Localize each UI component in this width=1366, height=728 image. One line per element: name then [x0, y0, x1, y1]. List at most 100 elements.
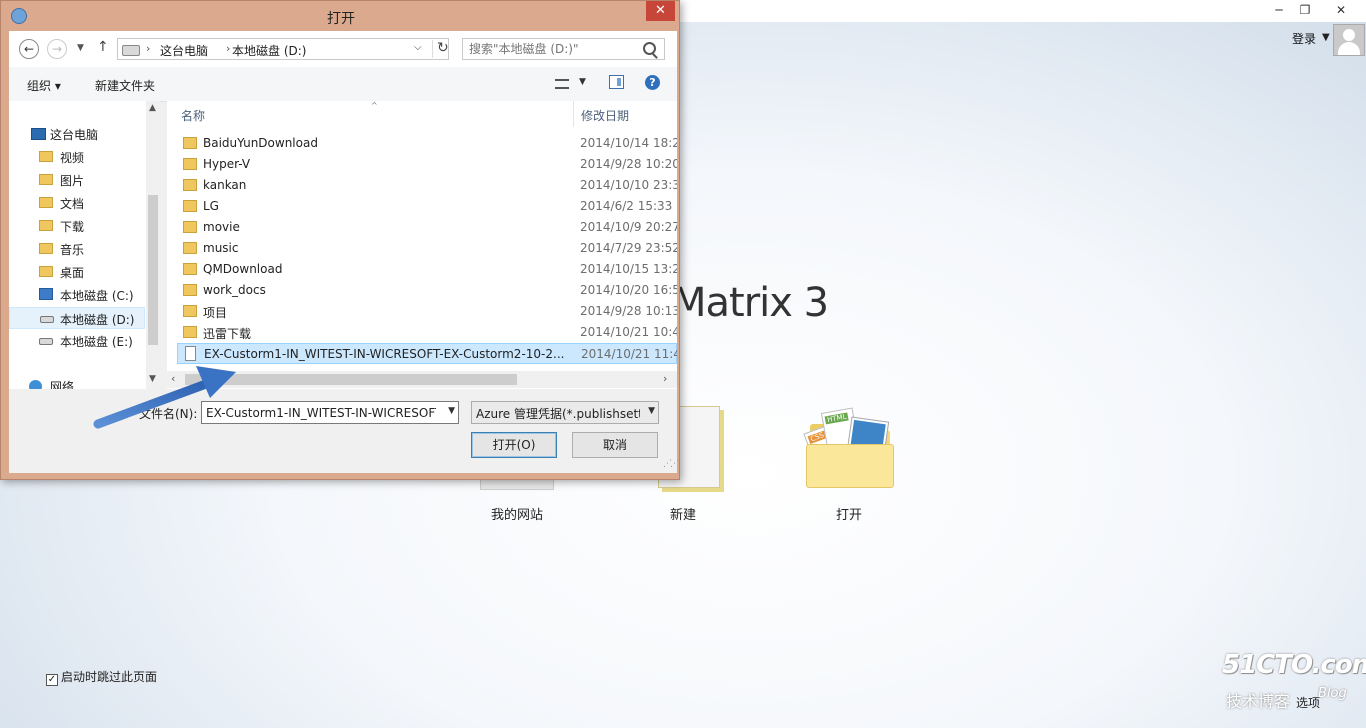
tree-item-desktop[interactable]: 桌面: [9, 261, 145, 283]
search-input[interactable]: [465, 40, 645, 58]
launcher-label: 打开: [835, 508, 862, 523]
chevron-right-icon[interactable]: ›: [226, 42, 230, 55]
launcher-label: 我的网站: [490, 508, 543, 523]
chevron-down-icon[interactable]: ▼: [1322, 32, 1330, 43]
tree-item-label: 本地磁盘 (C:): [60, 289, 134, 303]
chevron-right-icon[interactable]: ›: [146, 42, 150, 55]
file-date: 2014/10/10 23:34: [580, 178, 677, 192]
chevron-down-icon[interactable]: ▼: [648, 406, 655, 416]
file-row[interactable]: movie 2014/10/9 20:27: [177, 217, 677, 238]
file-name: BaiduYunDownload: [203, 136, 318, 150]
restore-icon[interactable]: ❐: [1290, 0, 1320, 20]
folder-icon: [183, 263, 197, 275]
refresh-icon[interactable]: ↻: [432, 40, 449, 58]
forward-button[interactable]: →: [47, 39, 67, 59]
tree-item-drive-c[interactable]: 本地磁盘 (C:): [9, 284, 145, 306]
column-header-name[interactable]: 名称: [181, 107, 205, 124]
open-button[interactable]: 打开(O): [471, 432, 557, 458]
tree-item-label: 本地磁盘 (E:): [60, 335, 133, 349]
file-date: 2014/10/21 10:44: [580, 325, 677, 339]
filename-combo[interactable]: ▼: [201, 401, 459, 424]
checkbox[interactable]: ✓: [46, 674, 58, 686]
skip-startup-label: 启动时跳过此页面: [61, 670, 158, 684]
scroll-down-icon[interactable]: ▼: [149, 374, 156, 384]
file-row[interactable]: work_docs 2014/10/20 16:58: [177, 280, 677, 301]
scroll-thumb[interactable]: [185, 374, 517, 385]
folder-icon: [183, 200, 197, 212]
file-list: 名称 ^ 修改日期 BaiduYunDownload 2014/10/14 18:…: [167, 101, 677, 389]
filetype-select[interactable]: Azure 管理凭据(*.publishsettings) ▼: [471, 401, 659, 424]
tree-item-pictures[interactable]: 图片: [9, 169, 145, 191]
sort-ascending-icon: ^: [371, 101, 378, 110]
search-icon[interactable]: [643, 42, 656, 55]
avatar[interactable]: [1333, 24, 1365, 56]
music-folder-icon: [39, 243, 53, 254]
scroll-right-icon[interactable]: ›: [663, 372, 667, 385]
resize-grip-icon[interactable]: ⋰⋰: [663, 459, 679, 469]
tree-item-this-pc[interactable]: 这台电脑: [9, 123, 145, 145]
watermark-blog: Blog: [1318, 686, 1347, 701]
search-box[interactable]: [462, 38, 665, 60]
up-arrow-icon[interactable]: ↑: [97, 39, 109, 55]
close-icon[interactable]: ✕: [1318, 0, 1364, 20]
column-divider[interactable]: [573, 101, 574, 127]
launcher-label: 新建: [669, 508, 696, 523]
file-row[interactable]: kankan 2014/10/10 23:34: [177, 175, 677, 196]
scroll-thumb[interactable]: [148, 195, 158, 345]
dialog-title-bar[interactable]: 打开 ✕: [1, 1, 681, 31]
file-name: 迅雷下载: [203, 327, 252, 341]
file-row[interactable]: BaiduYunDownload 2014/10/14 18:26: [177, 133, 677, 154]
view-options-icon[interactable]: [555, 79, 569, 89]
tree-item-label: 本地磁盘 (D:): [60, 313, 135, 327]
file-row[interactable]: Hyper-V 2014/9/28 10:20: [177, 154, 677, 175]
breadcrumb-this-pc[interactable]: 这台电脑: [160, 42, 208, 59]
filename-input[interactable]: [204, 403, 438, 422]
network-icon: [29, 380, 42, 389]
file-row[interactable]: LG 2014/6/2 15:33: [177, 196, 677, 217]
folder-icon: [183, 326, 197, 338]
recent-locations-icon[interactable]: ▼: [77, 43, 84, 53]
help-icon[interactable]: ?: [645, 75, 660, 90]
chevron-down-icon[interactable]: ⌵: [414, 42, 422, 53]
file-date: 2014/10/21 11:42: [581, 347, 677, 361]
file-row-selected[interactable]: EX-Custorm1-IN_WITEST-IN-WICRESOFT-EX-Cu…: [177, 343, 677, 364]
chevron-down-icon[interactable]: ▼: [579, 77, 586, 87]
folder-icon: [183, 221, 197, 233]
file-date: 2014/7/29 23:52: [580, 241, 677, 255]
organize-button[interactable]: 组织 ▾: [27, 77, 61, 94]
system-drive-icon: [39, 288, 53, 300]
address-bar[interactable]: › 这台电脑 › 本地磁盘 (D:) ⌵ ↻: [117, 38, 449, 60]
tree-item-label: 下载: [60, 220, 85, 234]
file-row[interactable]: 项目 2014/9/28 10:13: [177, 301, 677, 322]
tree-item-music[interactable]: 音乐: [9, 238, 145, 260]
tree-item-videos[interactable]: 视频: [9, 146, 145, 168]
drive-icon: [39, 338, 53, 345]
file-row[interactable]: music 2014/7/29 23:52: [177, 238, 677, 259]
tree-item-documents[interactable]: 文档: [9, 192, 145, 214]
new-folder-button[interactable]: 新建文件夹: [95, 77, 155, 94]
preview-pane-icon[interactable]: [609, 75, 624, 89]
tree-item-drive-e[interactable]: 本地磁盘 (E:): [9, 330, 145, 352]
login-button[interactable]: 登录: [1292, 30, 1316, 47]
cancel-button[interactable]: 取消: [572, 432, 658, 458]
file-date: 2014/10/20 16:58: [580, 283, 677, 297]
column-header-date[interactable]: 修改日期: [581, 107, 629, 124]
file-row[interactable]: QMDownload 2014/10/15 13:22: [177, 259, 677, 280]
drive-icon: [40, 316, 54, 323]
skip-startup-option[interactable]: ✓ 启动时跳过此页面: [46, 668, 157, 686]
scroll-left-icon[interactable]: ‹: [171, 372, 175, 385]
back-button[interactable]: ←: [19, 39, 39, 59]
tree-item-drive-d[interactable]: 本地磁盘 (D:): [9, 307, 145, 329]
folder-icon: [183, 179, 197, 191]
file-date: 2014/10/15 13:22: [580, 262, 677, 276]
breadcrumb-drive-d[interactable]: 本地磁盘 (D:): [232, 42, 306, 59]
file-row[interactable]: 迅雷下载 2014/10/21 10:44: [177, 322, 677, 343]
tree-item-network[interactable]: 网络: [9, 375, 145, 389]
horizontal-scrollbar[interactable]: ‹ ›: [167, 371, 677, 388]
scrollbar[interactable]: ▲ ▼: [146, 101, 160, 389]
scroll-up-icon[interactable]: ▲: [149, 103, 156, 113]
close-button[interactable]: ✕: [646, 1, 675, 21]
file-name: music: [203, 241, 239, 255]
tree-item-downloads[interactable]: 下载: [9, 215, 145, 237]
chevron-down-icon[interactable]: ▼: [448, 406, 455, 416]
